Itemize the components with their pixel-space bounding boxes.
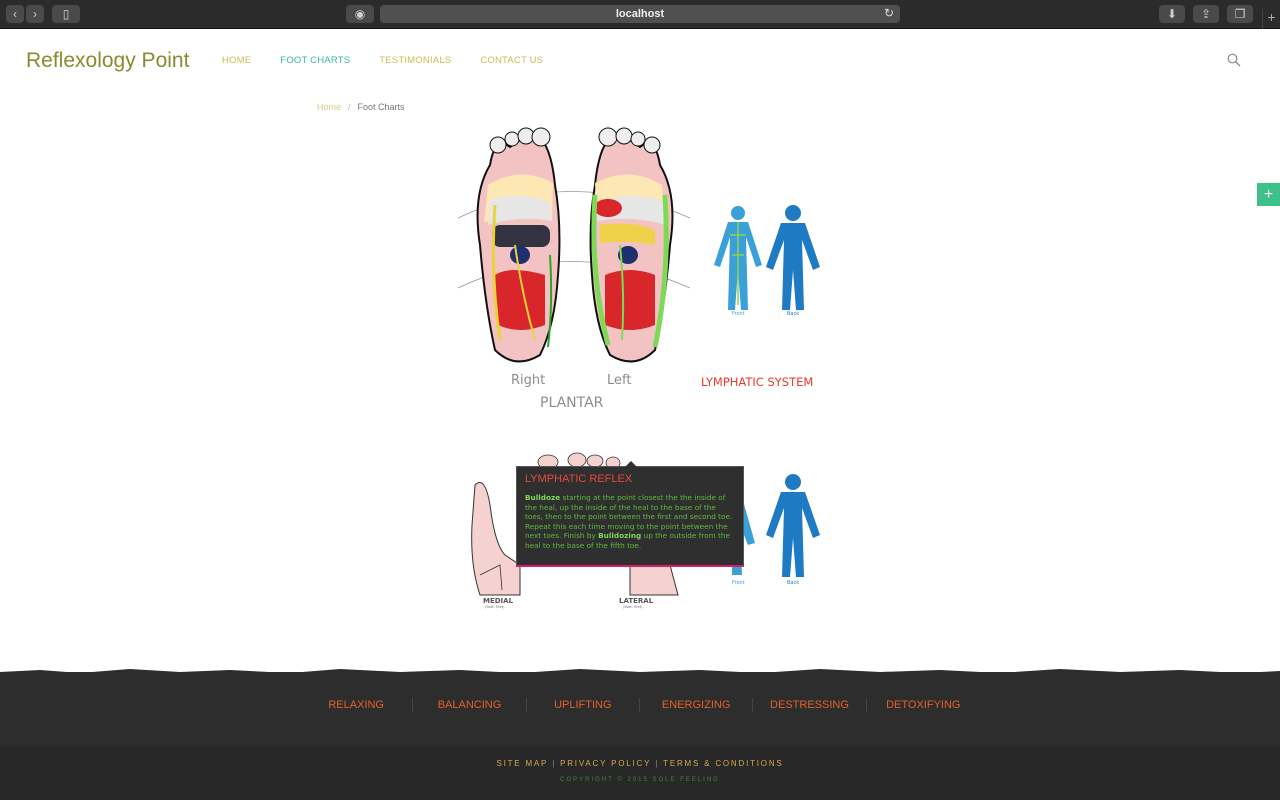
terms-conditions-link[interactable]: TERMS & CONDITIONS <box>663 759 783 768</box>
back-figure-label-lower: Back <box>787 580 800 586</box>
mood-link-relaxing[interactable]: RELAXING <box>300 698 414 712</box>
left-foot-label: Left <box>607 373 632 388</box>
medial-label: MEDIAL <box>483 597 514 605</box>
tooltip-bold-1: Bulldoze <box>525 493 561 502</box>
breadcrumb: Home / Foot Charts <box>317 102 405 112</box>
url-text: localhost <box>615 8 665 20</box>
footer-links: SITE MAP | PRIVACY POLICY | TERMS & CONDITIO… <box>0 759 1280 768</box>
footer-bottom-band <box>0 746 1280 800</box>
forward-button[interactable]: › <box>26 5 44 23</box>
plantar-title: PLANTAR <box>540 395 604 411</box>
download-icon[interactable]: ⬇ <box>1159 5 1185 23</box>
mood-link-balancing[interactable]: BALANCING <box>413 698 527 712</box>
lateral-label: LATERAL <box>619 597 654 605</box>
browser-toolbar: ‹ › ▯ ◉ localhost ↻ ⬇ ⇪ ❐ + <box>0 0 1280 29</box>
medial-sublabel: (Both Feet) <box>485 605 505 609</box>
copyright: COPYRIGHT © 2015 SOLE FEELING <box>560 777 720 783</box>
tabs-icon[interactable]: ❐ <box>1227 5 1253 23</box>
lymphatic-figure-back-lower <box>766 474 820 577</box>
reload-icon[interactable]: ↻ <box>884 6 894 20</box>
medial-foot-graphic <box>471 482 521 596</box>
mood-link-destressing[interactable]: DESTRESSING <box>753 698 867 712</box>
main-nav: HOME FOOT CHARTS TESTIMONIALS CONTACT US <box>222 55 543 66</box>
nav-contact-us[interactable]: CONTACT US <box>480 55 543 66</box>
tooltip-arrow <box>625 461 637 467</box>
side-add-button[interactable]: + <box>1257 183 1280 206</box>
mood-link-energizing[interactable]: ENERGIZING <box>640 698 754 712</box>
back-figure-label: Back <box>787 311 800 317</box>
site-footer: RELAXING BALANCING UPLIFTING ENERGIZING … <box>0 669 1280 800</box>
lymphatic-system-title: LYMPHATIC SYSTEM <box>701 375 814 389</box>
share-icon[interactable]: ⇪ <box>1193 5 1219 23</box>
tooltip-title: LYMPHATIC REFLEX <box>525 473 633 485</box>
privacy-policy-link[interactable]: PRIVACY POLICY <box>560 759 651 768</box>
breadcrumb-separator: / <box>348 102 351 112</box>
sidebar-toggle-button[interactable]: ▯ <box>52 5 80 23</box>
right-foot-label: Right <box>511 373 546 388</box>
mood-link-uplifting[interactable]: UPLIFTING <box>527 698 640 712</box>
site-map-link[interactable]: SITE MAP <box>496 759 548 768</box>
lymphatic-reflex-tooltip: LYMPHATIC REFLEX Bulldoze starting at th… <box>516 461 744 567</box>
site-logo[interactable]: Reflexology Point <box>26 49 189 73</box>
breadcrumb-home[interactable]: Home <box>317 102 341 112</box>
nav-foot-charts[interactable]: FOOT CHARTS <box>280 55 350 66</box>
lymphatic-figure-front <box>714 206 762 310</box>
footer-link-separator: | <box>655 759 660 768</box>
address-bar[interactable]: localhost ↻ <box>380 5 900 23</box>
back-button[interactable]: ‹ <box>6 5 24 23</box>
nav-home[interactable]: HOME <box>222 55 251 66</box>
mood-links: RELAXING BALANCING UPLIFTING ENERGIZING … <box>300 698 980 712</box>
right-foot-graphic <box>476 127 561 363</box>
front-figure-label: Front <box>732 311 745 317</box>
tooltip-bold-2: Bulldozing <box>598 531 642 541</box>
torn-edge <box>0 669 1280 678</box>
mood-link-detoxifying[interactable]: DETOXIFYING <box>867 698 980 712</box>
reader-icon[interactable]: ◉ <box>346 5 374 23</box>
tooltip-body: Bulldoze starting at the point closest t… <box>525 493 735 551</box>
footer-link-separator: | <box>552 759 557 768</box>
front-figure-label-lower: Front <box>732 580 745 586</box>
lateral-sublabel: (Both Feet) <box>623 605 643 609</box>
breadcrumb-current: Foot Charts <box>357 102 405 112</box>
nav-testimonials[interactable]: TESTIMONIALS <box>379 55 451 66</box>
search-icon[interactable] <box>1227 53 1241 67</box>
left-foot-graphic <box>589 127 674 363</box>
lymphatic-figure-back <box>766 205 820 310</box>
new-tab-button[interactable]: + <box>1262 9 1280 29</box>
